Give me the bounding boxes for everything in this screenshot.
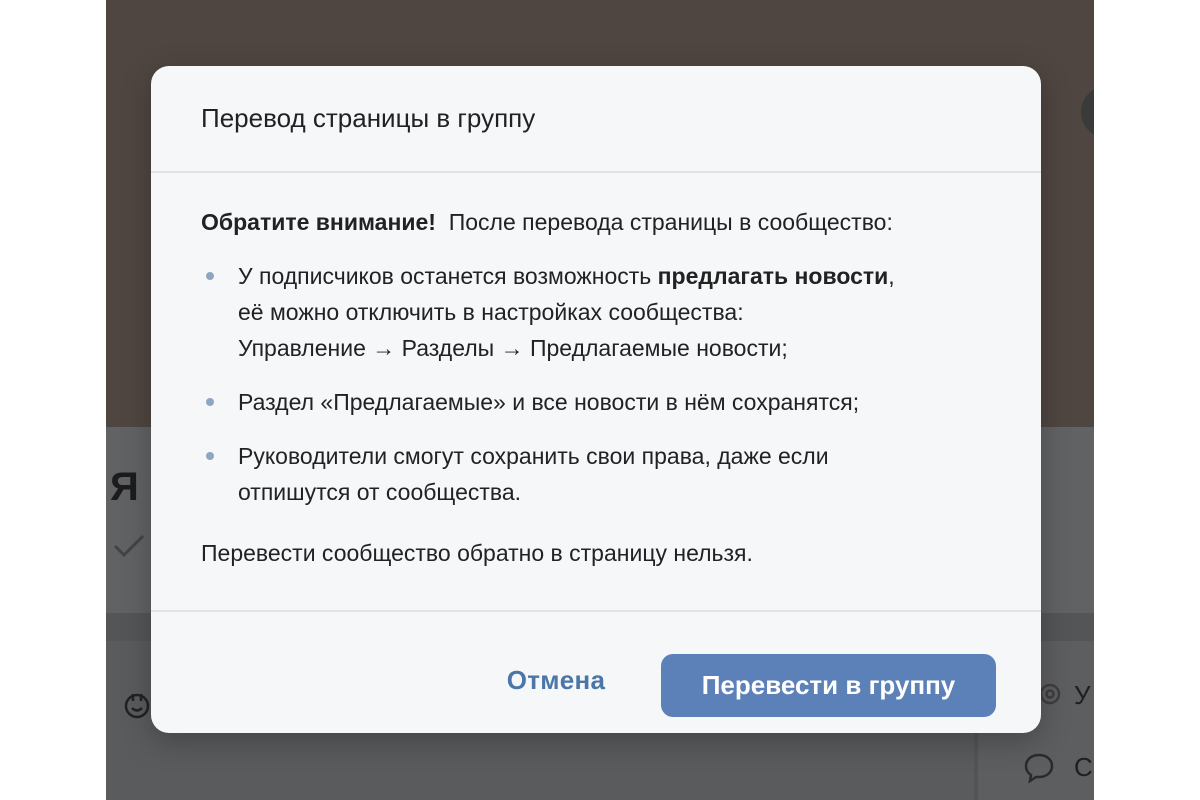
list-item: У подписчиков останется возможность пред… xyxy=(201,258,991,366)
dialog-header: Перевод страницы в группу xyxy=(151,66,1041,173)
bullet-text: её можно отключить в настройках сообщест… xyxy=(238,299,744,325)
intro-warning: Обратите внимание! xyxy=(201,209,436,235)
bullet-text: отпишутся от сообщества. xyxy=(238,479,522,505)
dialog-footnote: Перевести сообщество обратно в страницу … xyxy=(201,540,753,566)
convert-to-group-button[interactable]: Перевести в группу xyxy=(661,654,996,717)
bullet-dot xyxy=(206,272,214,280)
bullet-text: Руководители смогут сохранить свои права… xyxy=(238,443,829,469)
bullet-dot xyxy=(206,398,214,406)
smile-icon xyxy=(124,693,150,719)
cancel-button[interactable]: Отмена xyxy=(491,654,621,706)
list-item: Руководители смогут сохранить свои права… xyxy=(201,438,991,510)
dialog-title: Перевод страницы в группу xyxy=(201,103,536,133)
list-item: Раздел «Предлагаемые» и все новости в нё… xyxy=(201,384,991,420)
right-column-text: У xyxy=(1074,680,1091,710)
bullet-emphasis: предлагать новости xyxy=(657,263,889,289)
bullet-text: , xyxy=(888,263,895,289)
bullet-dot xyxy=(206,452,214,460)
intro-text: После перевода страницы в сообщество: xyxy=(448,209,893,235)
dialog-intro: Обратите внимание! После перевода страни… xyxy=(201,206,991,238)
convert-page-dialog: Перевод страницы в группу Обратите внима… xyxy=(151,66,1041,733)
bullet-text: Управление → Разделы → Предлагаемые ново… xyxy=(238,335,788,361)
profile-name-fragment: Я xyxy=(110,465,139,509)
comment-icon xyxy=(1024,753,1054,784)
bullet-text: У подписчиков останется возможность xyxy=(238,263,658,289)
dialog-footer: Отмена Перевести в группу xyxy=(151,612,1041,733)
bullet-text: Раздел «Предлагаемые» и все новости в нё… xyxy=(238,389,860,415)
consequences-list: У подписчиков останется возможность пред… xyxy=(201,258,991,510)
right-column-text: С xyxy=(1074,752,1093,782)
dialog-body: Обратите внимание! После перевода страни… xyxy=(151,173,1041,612)
check-icon xyxy=(113,534,145,558)
